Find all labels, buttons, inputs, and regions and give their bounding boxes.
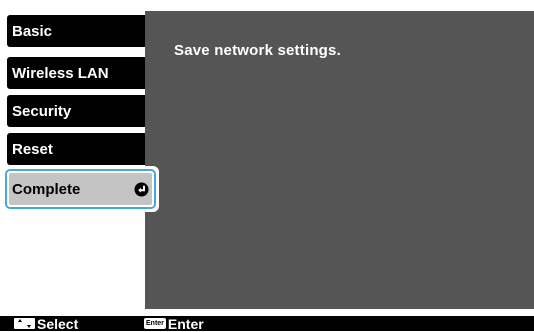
menu-item-basic[interactable]: Basic — [7, 15, 145, 47]
menu-item-wireless-lan[interactable]: Wireless LAN — [7, 57, 145, 89]
selection-highlight: Complete — [5, 169, 156, 209]
main-panel: Save network settings. — [145, 11, 534, 309]
menu-item-label: Basic — [12, 22, 53, 40]
menu-item-label: Complete — [12, 180, 81, 198]
footer-select-label: Select — [37, 315, 79, 332]
menu-item-reset[interactable]: Reset — [7, 133, 145, 165]
return-arrow-icon — [134, 182, 149, 197]
enter-key-icon: Enter — [144, 318, 166, 329]
menu-item-label: Reset — [12, 140, 53, 158]
footer-enter-hint: Enter Enter — [144, 315, 204, 332]
settings-menu: Basic Wireless LAN Security Reset Comple… — [0, 0, 159, 331]
menu-item-label: Security — [12, 102, 72, 120]
up-down-arrow-key-icon — [14, 318, 35, 329]
menu-item-security[interactable]: Security — [7, 95, 145, 127]
menu-item-label: Wireless LAN — [12, 64, 109, 82]
selected-item-body: Complete — [9, 173, 152, 205]
footer-help-bar: Select Enter Enter — [0, 315, 534, 332]
settings-message: Save network settings. — [174, 42, 341, 59]
menu-item-complete[interactable]: Complete — [2, 166, 159, 212]
footer-select-hint: Select — [14, 315, 79, 332]
footer-enter-label: Enter — [167, 315, 204, 332]
